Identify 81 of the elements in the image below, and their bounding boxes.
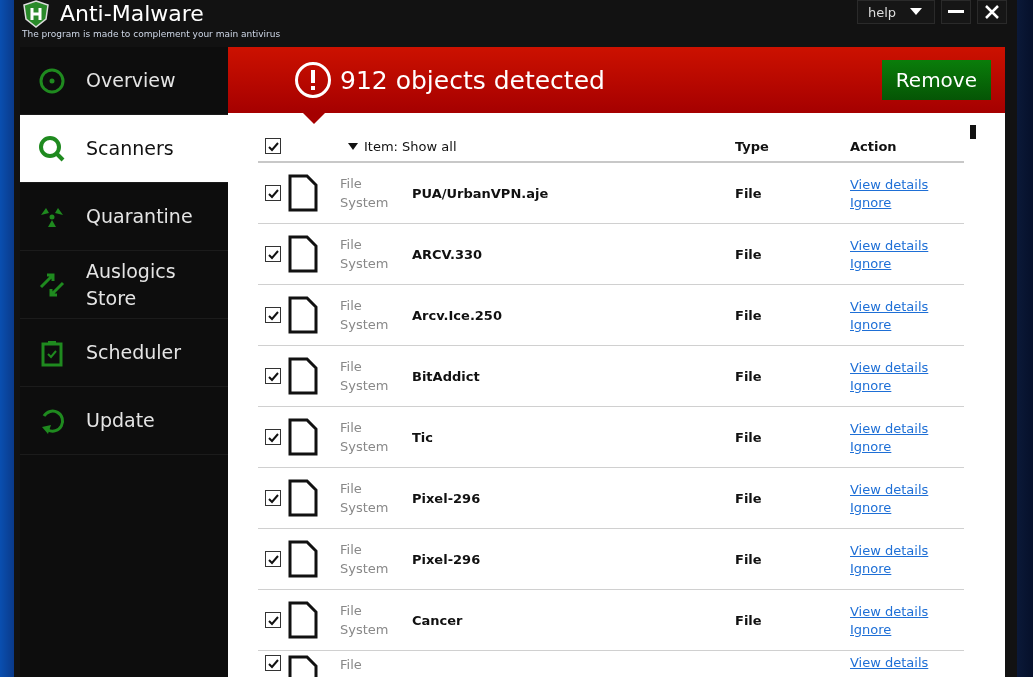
app-title: Anti-Malware — [60, 1, 204, 27]
checkbox[interactable] — [265, 138, 281, 154]
action-link[interactable]: Ignore — [850, 560, 929, 576]
action-link[interactable]: Ignore — [850, 377, 929, 393]
banner-pointer — [303, 113, 325, 124]
checkbox[interactable] — [265, 185, 281, 201]
source-text: File System — [340, 602, 390, 639]
checkbox[interactable] — [265, 551, 281, 567]
help-dropdown[interactable]: help — [857, 0, 935, 24]
app-subtitle: The program is made to complement your main antivirus — [22, 29, 281, 39]
threat-name: PUA/UrbanVPN.aje — [412, 185, 549, 201]
file-icon — [288, 601, 318, 639]
minimize-icon — [948, 10, 964, 14]
type-text: File — [735, 612, 762, 628]
file-icon — [288, 418, 318, 456]
action-link[interactable]: View details — [850, 603, 929, 619]
checkbox[interactable] — [265, 490, 281, 506]
source-text: File System — [340, 541, 390, 578]
type-text: File — [735, 185, 762, 201]
source-text: File — [340, 656, 363, 674]
column-header: Action — [850, 138, 897, 154]
threat-name: Arcv.Ice.250 — [412, 307, 502, 323]
action-link[interactable]: View details — [850, 481, 929, 497]
source-text: File System — [340, 419, 390, 456]
threat-name: Cancer — [412, 612, 463, 628]
alert-icon — [294, 61, 332, 99]
file-icon — [288, 357, 318, 395]
type-text: File — [735, 368, 762, 384]
action-link[interactable]: Ignore — [850, 499, 929, 515]
type-text: File — [735, 246, 762, 262]
type-text: File — [735, 490, 762, 506]
action-link[interactable]: Ignore — [850, 316, 929, 332]
detection-heading: 912 objects detected — [340, 65, 605, 95]
threat-name: ARCV.330 — [412, 246, 483, 262]
file-icon — [288, 540, 318, 578]
remove-button[interactable]: Remove — [881, 60, 991, 100]
action-link[interactable]: View details — [850, 237, 929, 253]
checkbox[interactable] — [265, 307, 281, 323]
search-icon — [38, 134, 66, 163]
minimize-button[interactable] — [941, 0, 971, 24]
checkbox[interactable] — [265, 246, 281, 262]
caret-icon — [910, 8, 923, 16]
scrollbar-thumb[interactable] — [970, 125, 976, 139]
action-link[interactable]: Ignore — [850, 194, 929, 210]
action-link[interactable]: Ignore — [850, 621, 929, 637]
caret-icon — [348, 142, 358, 150]
source-text: File System — [340, 297, 390, 334]
file-icon — [288, 479, 318, 517]
checkbox[interactable] — [265, 429, 281, 445]
threat-name: Pixel-296 — [412, 490, 481, 506]
action-link[interactable]: View details — [850, 298, 929, 314]
file-icon — [288, 296, 318, 334]
file-icon — [288, 174, 318, 212]
checkbox[interactable] — [265, 368, 281, 384]
threat-name: Tic — [412, 429, 434, 445]
action-link[interactable]: View details — [850, 359, 929, 375]
action-link[interactable]: View details — [850, 542, 929, 558]
threat-name: BitAddict — [412, 368, 480, 384]
column-header: Type — [735, 138, 770, 154]
source-text: File System — [340, 175, 390, 212]
shield-logo-icon — [22, 0, 50, 28]
action-link[interactable]: Ignore — [850, 438, 929, 454]
source-text: File System — [340, 358, 390, 395]
item-filter-dropdown[interactable]: Item: Show all — [288, 138, 735, 154]
target-icon — [38, 66, 66, 95]
source-text: File System — [340, 236, 390, 273]
type-text: File — [735, 307, 762, 323]
checkbox[interactable] — [265, 655, 281, 671]
checkbox[interactable] — [265, 612, 281, 628]
type-text: File — [735, 429, 762, 445]
type-text: File — [735, 551, 762, 567]
action-link[interactable]: View details — [850, 655, 929, 670]
close-button[interactable] — [977, 0, 1007, 24]
close-icon — [985, 5, 999, 19]
source-text: File System — [340, 480, 390, 517]
threat-name: Pixel-296 — [412, 551, 481, 567]
sidebar-item[interactable]: Scanners — [20, 115, 228, 183]
action-link[interactable]: View details — [850, 420, 929, 436]
file-icon — [288, 235, 318, 273]
action-link[interactable]: Ignore — [850, 255, 929, 271]
action-link[interactable]: View details — [850, 176, 929, 192]
